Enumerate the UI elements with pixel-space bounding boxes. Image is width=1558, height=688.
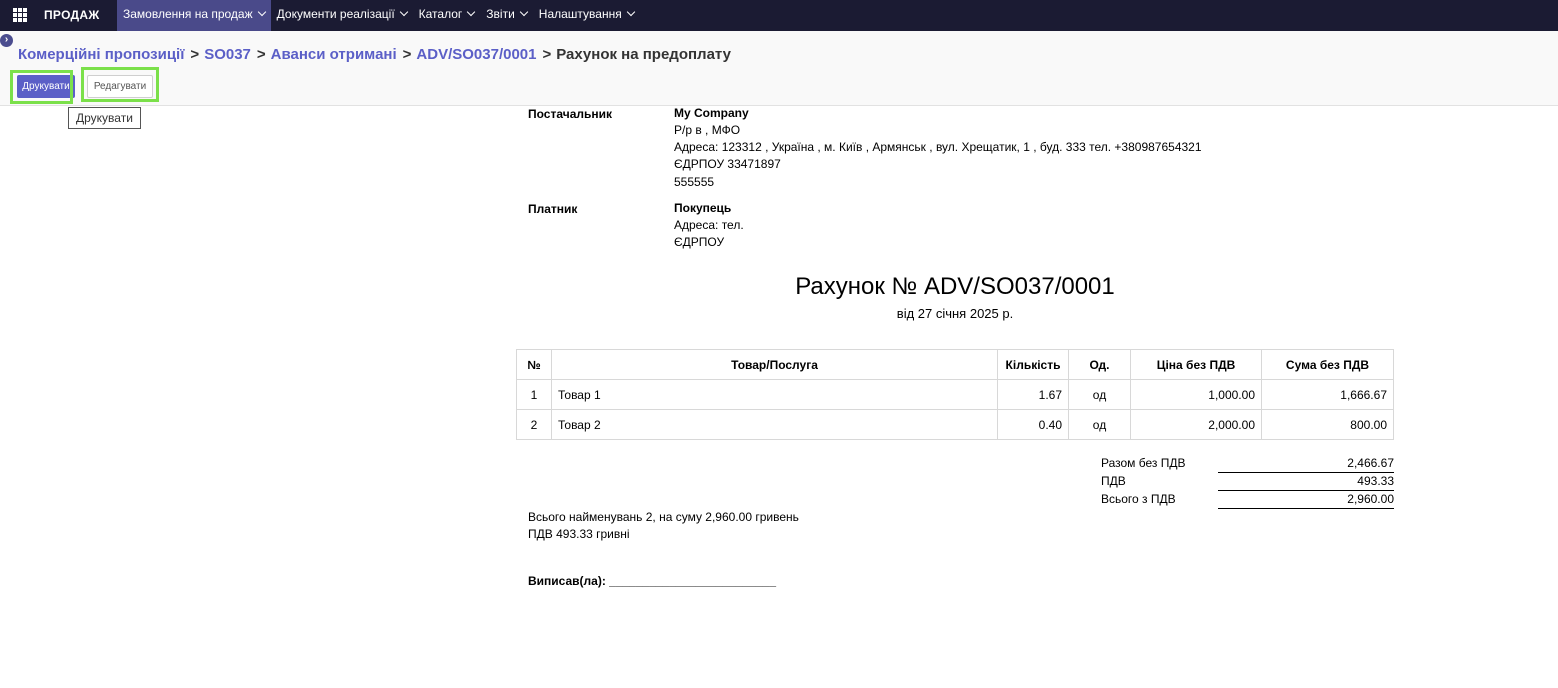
cell-sum: 1,666.67 (1261, 379, 1394, 410)
cell-number: 2 (516, 409, 552, 440)
table-row: 1 Товар 1 1.67 од 1,000.00 1,666.67 (516, 379, 1394, 410)
cell-unit: од (1068, 409, 1131, 440)
breadcrumb: Комерційні пропозиції > SO037 > Аванси отрим… (18, 46, 731, 63)
cell-sum: 800.00 (1261, 409, 1394, 440)
supplier-label: Постачальник (528, 107, 612, 121)
invoice-title: Рахунок № ADV/SO037/0001 (795, 273, 1115, 300)
cell-price: 2,000.00 (1130, 409, 1262, 440)
header-product: Товар/Послуга (551, 349, 998, 380)
total-label: Разом без ПДВ (1101, 456, 1186, 470)
total-label: ПДВ (1101, 474, 1126, 488)
menu-label: Налаштування (538, 7, 622, 21)
header-sum: Сума без ПДВ (1261, 349, 1394, 380)
payer-edrpou: ЄДРПОУ (674, 235, 725, 249)
header-number: № (516, 349, 552, 380)
total-row-net: Разом без ПДВ 2,466.67 (1100, 455, 1394, 473)
header-quantity: Кількість (997, 349, 1069, 380)
menu-label: Звіти (486, 7, 515, 21)
table-row: 2 Товар 2 0.40 од 2,000.00 800.00 (516, 409, 1394, 440)
payer-label: Платник (528, 202, 578, 216)
signature-line: Виписав(ла): _________________________ (528, 574, 777, 588)
supplier-address: Адреса: 123312 , Україна , м. Київ , Арм… (674, 140, 1202, 154)
breadcrumb-order[interactable]: SO037 (204, 46, 251, 63)
header-price: Ціна без ПДВ (1130, 349, 1262, 380)
summary-vat-line: ПДВ 493.33 гривні (528, 527, 630, 541)
menu-label: Замовлення на продаж (123, 7, 253, 21)
cell-quantity: 0.40 (997, 409, 1069, 440)
cell-number: 1 (516, 379, 552, 410)
supplier-extra: 555555 (674, 175, 715, 189)
items-table: № Товар/Послуга Кількість Од. Ціна без П… (516, 349, 1394, 440)
breadcrumb-quotations[interactable]: Комерційні пропозиції (18, 46, 184, 63)
menu-sales-orders[interactable]: Замовлення на продаж (117, 0, 271, 31)
total-value: 2,960.00 (1218, 492, 1394, 509)
menu-reports[interactable]: Звіти (480, 0, 533, 31)
chevron-down-icon (399, 7, 408, 17)
invoice-date: від 27 січня 2025 р. (896, 306, 1014, 321)
breadcrumb-separator-icon: > (256, 46, 266, 63)
menu-settings[interactable]: Налаштування (533, 0, 640, 31)
cell-product: Товар 2 (551, 409, 998, 440)
total-label: Всього з ПДВ (1101, 492, 1176, 506)
cell-quantity: 1.67 (997, 379, 1069, 410)
cell-product: Товар 1 (551, 379, 998, 410)
header-unit: Од. (1068, 349, 1131, 380)
chevron-down-icon (626, 7, 635, 17)
totals-block: Разом без ПДВ 2,466.67 ПДВ 493.33 Всього… (1100, 455, 1394, 509)
supplier-name: My Company (674, 106, 749, 120)
menu-catalog[interactable]: Каталог (413, 0, 481, 31)
breadcrumb-separator-icon: > (190, 46, 200, 63)
summary-total-line: Всього найменувань 2, на суму 2,960.00 г… (528, 510, 799, 524)
top-navbar: ПРОДАЖ Замовлення на продаж Документи ре… (0, 0, 1558, 31)
breadcrumb-separator-icon: > (542, 46, 552, 63)
print-tooltip: Друкувати (68, 107, 141, 129)
breadcrumb-current: Рахунок на предоплату (556, 46, 731, 63)
breadcrumb-advance-doc[interactable]: ADV/SO037/0001 (416, 46, 536, 63)
total-value: 493.33 (1218, 474, 1394, 491)
cell-price: 1,000.00 (1130, 379, 1262, 410)
cell-unit: од (1068, 379, 1131, 410)
chevron-down-icon (519, 7, 529, 17)
sidebar-toggle-icon[interactable]: › (0, 34, 13, 47)
table-header-row: № Товар/Послуга Кількість Од. Ціна без П… (516, 349, 1394, 380)
breadcrumb-advances[interactable]: Аванси отримані (271, 46, 397, 63)
total-value: 2,466.67 (1218, 456, 1394, 473)
menu-sales-documents[interactable]: Документи реалізації (271, 0, 413, 31)
app-name[interactable]: ПРОДАЖ (44, 8, 100, 22)
chevron-down-icon (257, 7, 266, 17)
total-row-vat: ПДВ 493.33 (1100, 473, 1394, 491)
menu-label: Каталог (418, 7, 463, 21)
apps-menu-icon[interactable] (13, 8, 27, 22)
total-row-gross: Всього з ПДВ 2,960.00 (1100, 491, 1394, 509)
supplier-bank: Р/р в , МФО (674, 123, 741, 137)
breadcrumb-separator-icon: > (402, 46, 412, 63)
supplier-edrpou: ЄДРПОУ 33471897 (674, 157, 781, 171)
control-panel: › Комерційні пропозиції > SO037 > Аванси отр… (0, 31, 1558, 106)
main-menu: Замовлення на продаж Документи реалізаці… (117, 0, 640, 31)
payer-name: Покупець (674, 201, 732, 215)
print-button-highlight (10, 70, 73, 104)
menu-label: Документи реалізації (276, 7, 395, 21)
edit-button-highlight (81, 67, 159, 102)
chevron-down-icon (467, 7, 476, 17)
payer-address: Адреса: тел. (674, 218, 744, 232)
